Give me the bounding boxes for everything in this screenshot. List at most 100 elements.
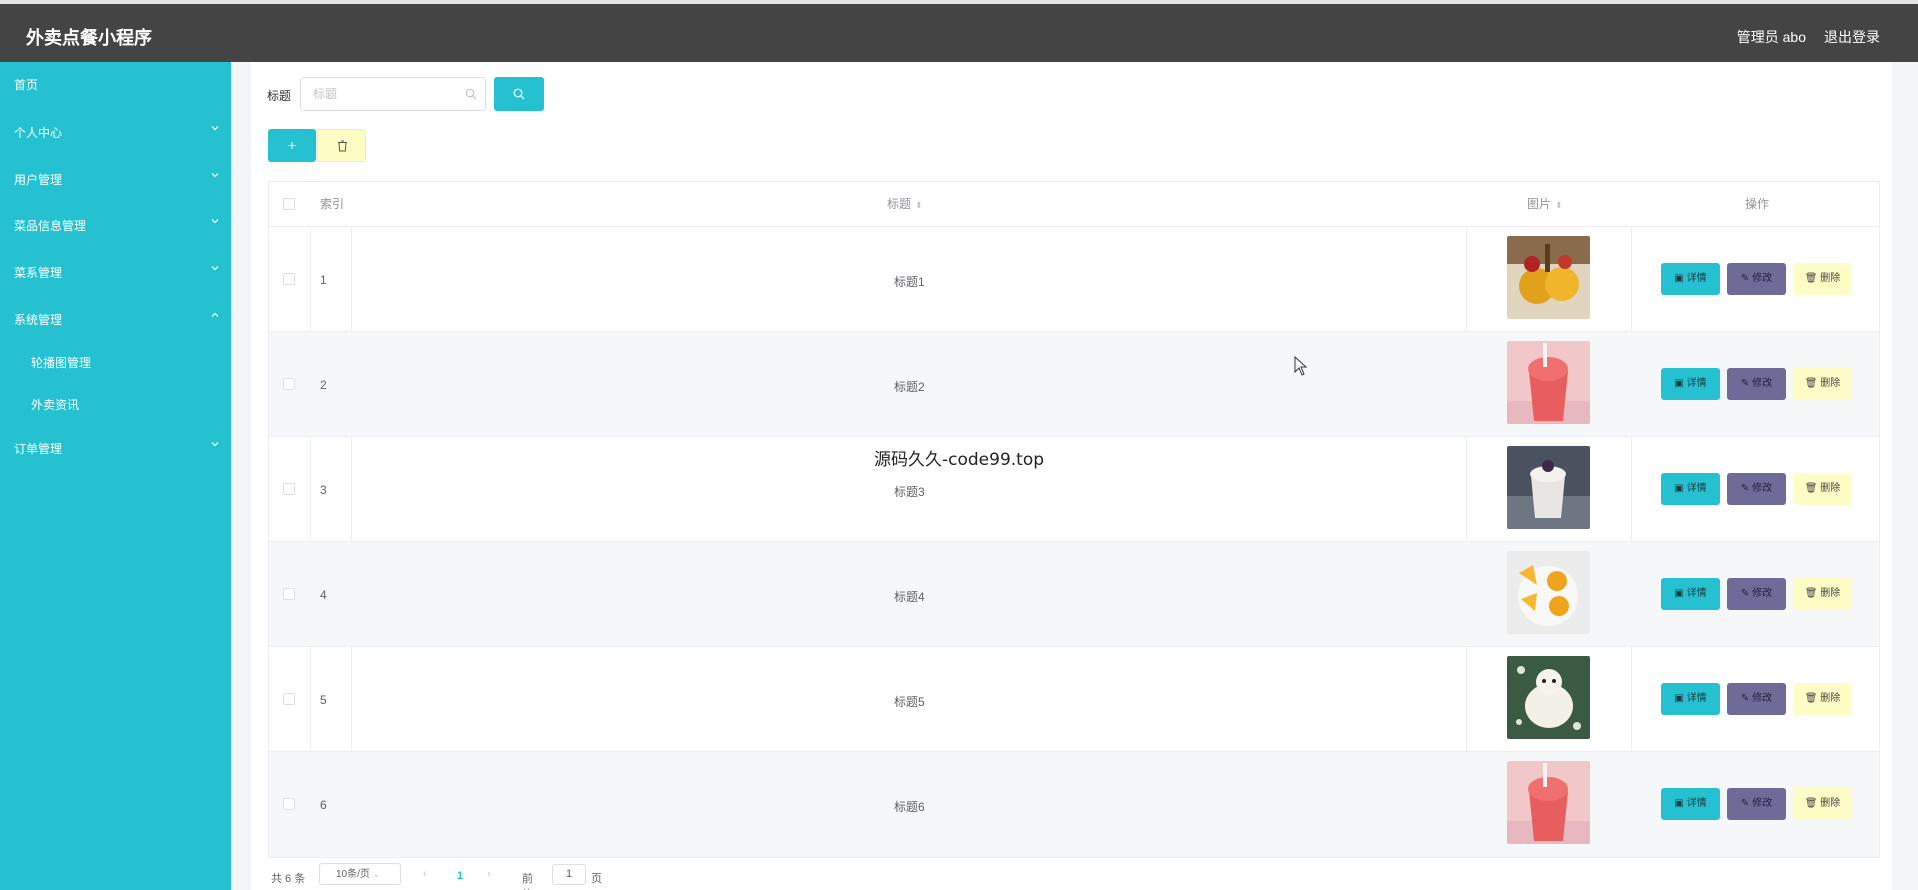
admin-user-label[interactable]: 管理员 abo [1737,27,1806,47]
row-title: 标题3 [894,485,925,499]
edit-button[interactable]: ✎ 修改 [1727,473,1786,505]
sidebar-item-news[interactable]: 外卖资讯 [0,382,231,422]
row-title: 标题5 [894,695,925,709]
food-photo [1507,551,1590,634]
edit-button[interactable]: ✎ 修改 [1727,788,1786,820]
edit-button[interactable]: ✎ 修改 [1727,263,1786,295]
chevron-down-icon: ⌄ [372,869,381,879]
row-index: 2 [320,378,327,392]
search-icon [465,88,477,100]
search-icon [513,88,525,100]
row-index: 6 [320,798,327,812]
page-unit-label: 页 [591,873,602,885]
sidebar-item-label: 外卖资讯 [31,398,80,412]
row-index: 3 [320,483,327,497]
add-button[interactable]: + [268,129,316,162]
sidebar-item-carousel[interactable]: 轮播图管理 [0,340,231,380]
sidebar-item-orders[interactable]: 订单管理 [0,426,231,466]
pagination: 共 6 条 10条/页 ⌄ ‹ 1 › 前往 1 页 [271,863,602,890]
row-title: 标题4 [894,590,925,604]
row-title: 标题6 [894,800,925,814]
detail-button[interactable]: ▣ 详情 [1661,683,1720,715]
total-count: 共 6 条 [271,873,306,885]
delete-button[interactable]: 🗑 删除 [1793,788,1852,820]
chevron-up-icon [211,312,219,317]
chevron-down-icon [211,442,219,447]
sidebar-item-label: 系统管理 [14,313,63,327]
detail-button[interactable]: ▣ 详情 [1661,788,1720,820]
row-checkbox[interactable] [283,273,295,285]
column-header-title[interactable]: 标题 ⬍ [887,182,923,227]
sidebar-item-label: 菜品信息管理 [14,219,87,233]
sidebar-item-dish-info[interactable]: 菜品信息管理 [0,203,231,243]
row-checkbox[interactable] [283,693,295,705]
goto-page-input[interactable]: 1 [552,864,586,885]
row-checkbox[interactable] [283,588,295,600]
sidebar-item-label: 菜系管理 [14,266,63,280]
row-title: 标题1 [894,275,925,289]
plus-icon: + [287,137,297,153]
sidebar-item-user-management[interactable]: 用户管理 [0,157,231,197]
detail-button[interactable]: ▣ 详情 [1661,473,1720,505]
overlay-caption: 源码久久-code99.top [874,450,1045,470]
user-area: 管理员 abo 退出登录 [1737,27,1880,47]
edit-button[interactable]: ✎ 修改 [1727,368,1786,400]
food-photo [1507,761,1590,844]
food-photo [1507,656,1590,739]
prev-page-button[interactable]: ‹ [423,868,427,880]
table-row: 2 标题2 ▣ 详情 ✎ 修改 🗑 删除 [269,332,1879,437]
row-index: 1 [320,273,327,287]
detail-button[interactable]: ▣ 详情 [1661,368,1720,400]
title-search-field[interactable] [300,77,486,111]
batch-delete-button[interactable] [317,129,366,162]
sidebar-item-cuisine[interactable]: 菜系管理 [0,250,231,290]
search-button[interactable] [494,77,544,111]
delete-button[interactable]: 🗑 删除 [1793,578,1852,610]
row-checkbox[interactable] [283,483,295,495]
sidebar-item-label: 首页 [14,78,39,92]
row-checkbox[interactable] [283,798,295,810]
delete-button[interactable]: 🗑 删除 [1793,683,1852,715]
current-page[interactable]: 1 [457,870,463,882]
app-title: 外卖点餐小程序 [26,28,152,48]
food-photo [1507,446,1590,529]
sidebar-item-label: 订单管理 [14,442,63,456]
sidebar: 首页 个人中心 用户管理 菜品信息管理 菜系管理 系统管理 轮播图管理 外卖资讯… [0,62,231,890]
logout-button[interactable]: 退出登录 [1824,27,1880,47]
edit-button[interactable]: ✎ 修改 [1727,578,1786,610]
page-size-select[interactable]: 10条/页 ⌄ [319,863,401,885]
row-checkbox[interactable] [283,378,295,390]
select-all-checkbox[interactable] [283,198,295,210]
column-header-image[interactable]: 图片 ⬍ [1527,182,1563,227]
sort-icon[interactable]: ⬍ [915,183,923,228]
next-page-button[interactable]: › [487,868,491,880]
sidebar-item-home[interactable]: 首页 [0,62,231,102]
top-bar: 外卖点餐小程序 管理员 abo 退出登录 [0,0,1918,62]
sidebar-item-personal-center[interactable]: 个人中心 [0,110,231,150]
chevron-down-icon [211,126,219,131]
edit-button[interactable]: ✎ 修改 [1727,683,1786,715]
column-header-actions: 操作 [1745,197,1770,211]
sidebar-item-system[interactable]: 系统管理 [0,297,231,337]
title-filter-label: 标题 [267,89,292,103]
food-photo [1507,341,1590,424]
food-photo [1507,236,1590,319]
data-table: 索引 标题 ⬍ 图片 ⬍ 操作 1 标题1 ▣ 详情 ✎ 修改 🗑 删除 2 标题2… [268,181,1880,858]
table-row: 1 标题1 ▣ 详情 ✎ 修改 🗑 删除 [269,227,1879,332]
chevron-down-icon [211,266,219,271]
trash-icon [338,140,347,152]
detail-button[interactable]: ▣ 详情 [1661,578,1720,610]
table-row: 3 标题3 ▣ 详情 ✎ 修改 🗑 删除 [269,437,1879,542]
table-row: 5 标题5 ▣ 详情 ✎ 修改 🗑 删除 [269,647,1879,752]
row-index: 5 [320,693,327,707]
delete-button[interactable]: 🗑 删除 [1793,263,1852,295]
goto-label: 前往 [522,873,533,890]
column-header-index: 索引 [320,197,345,211]
delete-button[interactable]: 🗑 删除 [1793,473,1852,505]
table-row: 4 标题4 ▣ 详情 ✎ 修改 🗑 删除 [269,542,1879,647]
delete-button[interactable]: 🗑 删除 [1793,368,1852,400]
sort-icon[interactable]: ⬍ [1555,183,1563,228]
table-row: 6 标题6 ▣ 详情 ✎ 修改 🗑 删除 [269,752,1879,857]
detail-button[interactable]: ▣ 详情 [1661,263,1720,295]
title-search-input[interactable] [301,78,461,110]
